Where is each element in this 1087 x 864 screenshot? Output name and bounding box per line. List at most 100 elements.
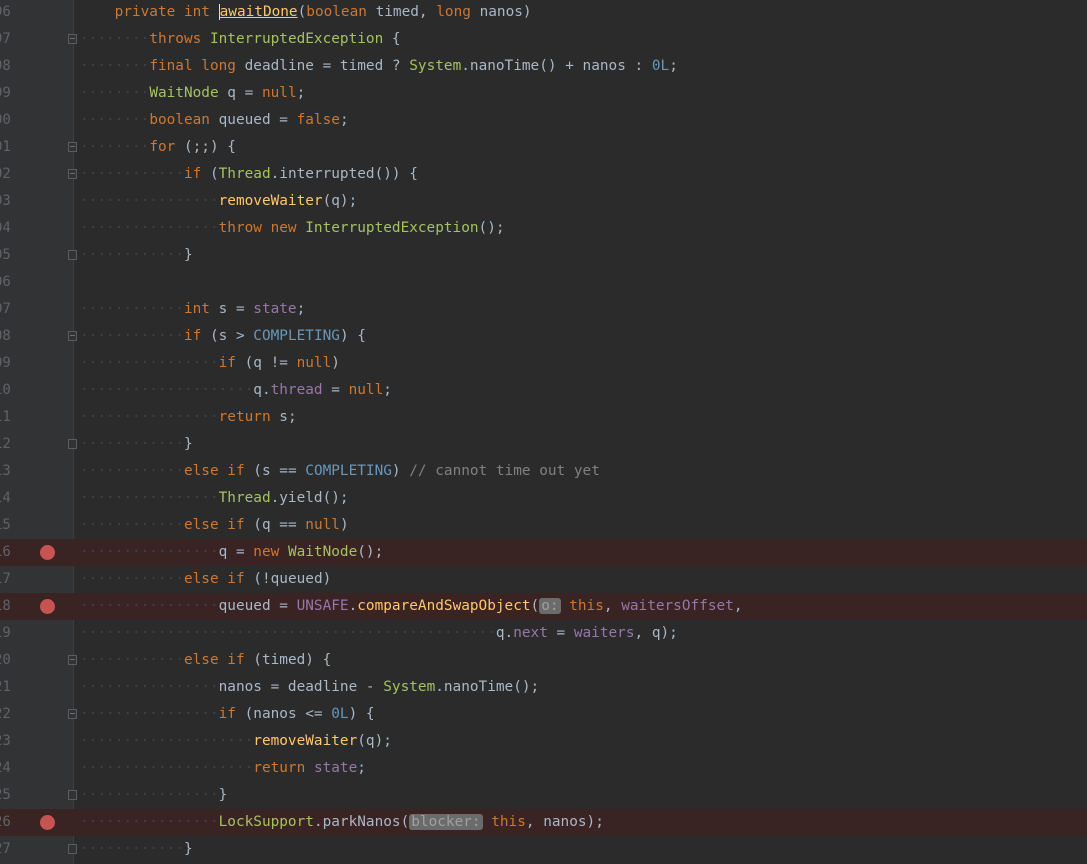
code-text[interactable]: ················Thread.yield(); — [80, 485, 349, 512]
code-text[interactable]: ········boolean queued = false; — [80, 107, 349, 134]
code-line[interactable]: 18 ················queued = UNSAFE.compar… — [0, 593, 1087, 620]
code-text[interactable]: ············else if (q == null) — [80, 512, 349, 539]
fold-collapse-icon[interactable] — [68, 34, 77, 44]
code-text[interactable]: ············} — [80, 242, 193, 269]
fold-collapse-icon[interactable] — [68, 169, 77, 179]
code-token: COMPLETING — [305, 463, 392, 479]
code-text[interactable]: ····················q.thread = null; — [80, 377, 392, 404]
code-text[interactable]: ········final long deadline = timed ? Sy… — [80, 53, 678, 80]
code-text[interactable]: ············if (Thread.interrupted()) { — [80, 161, 418, 188]
code-line[interactable]: 17 ············else if (!queued) — [0, 566, 1087, 593]
code-text[interactable]: ············if (s > COMPLETING) { — [80, 323, 366, 350]
code-line[interactable]: 04 ················throw new InterruptedE… — [0, 215, 1087, 242]
code-text[interactable]: private int awaitDone(boolean timed, lon… — [80, 0, 532, 26]
code-text[interactable]: ············} — [80, 836, 193, 863]
code-text[interactable]: ················throw new InterruptedExc… — [80, 215, 505, 242]
code-line[interactable]: 26 ················LockSupport.parkNanos(… — [0, 809, 1087, 836]
code-line[interactable]: 16 ················q = new WaitNode(); — [0, 539, 1087, 566]
code-token: if — [227, 652, 254, 668]
code-line[interactable]: 27 ············} — [0, 836, 1087, 863]
code-token: .interrupted()) { — [270, 166, 418, 182]
code-text[interactable]: ················return s; — [80, 404, 297, 431]
code-text[interactable]: ········································… — [80, 620, 678, 647]
line-number: 99 — [0, 85, 11, 101]
code-line[interactable]: 98 ········final long deadline = timed ? … — [0, 53, 1087, 80]
code-line[interactable]: 06 — [0, 269, 1087, 296]
fold-collapse-icon[interactable] — [68, 331, 77, 341]
breakpoint-icon[interactable] — [40, 599, 55, 614]
code-line[interactable]: 22 ················if (nanos <= 0L) { — [0, 701, 1087, 728]
line-number: 02 — [0, 166, 11, 182]
code-line[interactable]: 07 ············int s = state; — [0, 296, 1087, 323]
code-token: thread — [270, 382, 332, 398]
code-token: ) — [339, 517, 349, 533]
indent-guide: ········ — [80, 112, 150, 128]
code-token: } — [183, 841, 193, 857]
code-token: waitersOffset — [621, 598, 734, 614]
code-line[interactable]: 99 ········WaitNode q = null; — [0, 80, 1087, 107]
code-line[interactable]: 24 ····················return state; — [0, 755, 1087, 782]
code-text[interactable]: ················nanos = deadline - Syste… — [80, 674, 539, 701]
indent-guide: ············ — [80, 463, 184, 479]
code-text[interactable]: ········WaitNode q = null; — [80, 80, 305, 107]
code-line[interactable]: 05 ············} — [0, 242, 1087, 269]
code-text[interactable]: ····················return state; — [80, 755, 366, 782]
code-line[interactable]: 25 ················} — [0, 782, 1087, 809]
line-number: 09 — [0, 355, 11, 371]
code-token: q. — [253, 382, 271, 398]
code-token: (q == — [253, 517, 306, 533]
code-line[interactable]: 12 ············} — [0, 431, 1087, 458]
code-line[interactable]: 13 ············else if (s == COMPLETING) … — [0, 458, 1087, 485]
code-line[interactable]: 10 ····················q.thread = null; — [0, 377, 1087, 404]
code-token: nanos) — [479, 4, 532, 20]
breakpoint-icon[interactable] — [40, 545, 55, 560]
code-line[interactable]: 23 ····················removeWaiter(q); — [0, 728, 1087, 755]
code-token: ) — [391, 463, 410, 479]
code-text[interactable]: ················queued = UNSAFE.compareA… — [80, 593, 743, 620]
code-line[interactable]: 11 ················return s; — [0, 404, 1087, 431]
code-token: timed, — [375, 4, 437, 20]
code-line[interactable]: 97 ········throws InterruptedException { — [0, 26, 1087, 53]
line-number: 21 — [0, 679, 11, 695]
code-text[interactable]: ············} — [80, 431, 193, 458]
code-text[interactable]: ············else if (s == COMPLETING) //… — [80, 458, 600, 485]
fold-collapse-icon[interactable] — [68, 709, 77, 719]
line-number: 97 — [0, 31, 11, 47]
code-text[interactable]: ················q = new WaitNode(); — [80, 539, 383, 566]
line-number: 27 — [0, 841, 11, 857]
code-line[interactable]: 03 ················removeWaiter(q); — [0, 188, 1087, 215]
code-line[interactable]: 15 ············else if (q == null) — [0, 512, 1087, 539]
code-text[interactable]: ····················removeWaiter(q); — [80, 728, 392, 755]
code-text[interactable]: ················LockSupport.parkNanos(bl… — [80, 809, 604, 836]
code-text[interactable]: ················if (nanos <= 0L) { — [80, 701, 375, 728]
indent-guide: ···················· — [80, 733, 254, 749]
code-line[interactable]: 19 ······································… — [0, 620, 1087, 647]
code-line[interactable]: 00 ········boolean queued = false; — [0, 107, 1087, 134]
code-text[interactable]: ················} — [80, 782, 227, 809]
code-line[interactable]: 02 ············if (Thread.interrupted()) … — [0, 161, 1087, 188]
fold-collapse-icon[interactable] — [68, 655, 77, 665]
code-token: if — [227, 571, 254, 587]
fold-end-icon[interactable] — [68, 250, 77, 260]
code-text[interactable]: ········for (;;) { — [80, 134, 236, 161]
fold-end-icon[interactable] — [68, 844, 77, 854]
code-editor[interactable]: 96 private int awaitDone(boolean timed, … — [0, 0, 1087, 864]
fold-end-icon[interactable] — [68, 439, 77, 449]
fold-end-icon[interactable] — [68, 790, 77, 800]
code-line[interactable]: 14 ················Thread.yield(); — [0, 485, 1087, 512]
code-token: return — [218, 409, 280, 425]
code-line[interactable]: 20 ············else if (timed) { — [0, 647, 1087, 674]
code-line[interactable]: 09 ················if (q != null) — [0, 350, 1087, 377]
code-text[interactable]: ········throws InterruptedException { — [80, 26, 401, 53]
code-text[interactable]: ············else if (timed) { — [80, 647, 331, 674]
code-line[interactable]: 08 ············if (s > COMPLETING) { — [0, 323, 1087, 350]
code-text[interactable]: ············else if (!queued) — [80, 566, 331, 593]
code-text[interactable]: ················if (q != null) — [80, 350, 340, 377]
code-line[interactable]: 21 ················nanos = deadline - Sys… — [0, 674, 1087, 701]
code-text[interactable]: ············int s = state; — [80, 296, 305, 323]
code-line[interactable]: 01 ········for (;;) { — [0, 134, 1087, 161]
code-line[interactable]: 96 private int awaitDone(boolean timed, … — [0, 0, 1087, 26]
fold-collapse-icon[interactable] — [68, 142, 77, 152]
code-text[interactable]: ················removeWaiter(q); — [80, 188, 357, 215]
breakpoint-icon[interactable] — [40, 815, 55, 830]
